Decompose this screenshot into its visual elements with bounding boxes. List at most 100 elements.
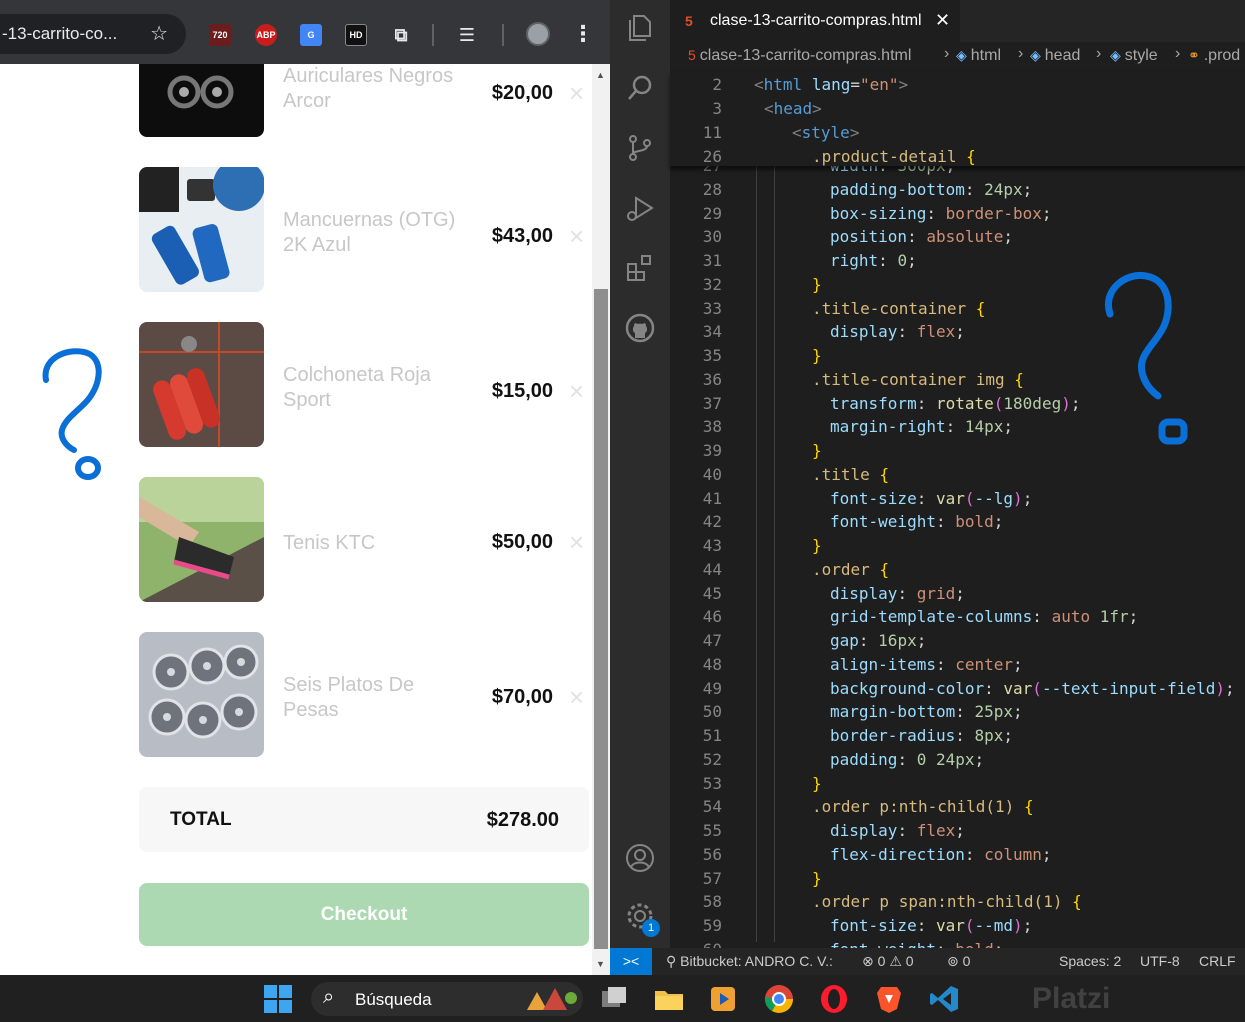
encoding-status[interactable]: UTF-8 (1140, 953, 1180, 969)
scroll-down-arrow-icon[interactable]: ▼ (596, 959, 605, 969)
code-line[interactable]: 50 margin-bottom: 25px; (670, 700, 1245, 724)
profile-avatar[interactable] (526, 22, 550, 46)
checkout-button[interactable]: Checkout (139, 883, 589, 946)
code-line[interactable]: 35} (670, 344, 1245, 368)
code-line[interactable]: 43} (670, 534, 1245, 558)
scroll-up-arrow-icon[interactable]: ▲ (596, 70, 605, 80)
code-line[interactable]: 56 flex-direction: column; (670, 843, 1245, 867)
line-number: 57 (702, 868, 722, 888)
remove-item-icon[interactable]: × (569, 80, 584, 106)
code-line[interactable]: 45 display: grid; (670, 582, 1245, 606)
line-number: 54 (702, 797, 722, 817)
remove-item-icon[interactable]: × (569, 684, 584, 710)
code-line[interactable]: 34 display: flex; (670, 320, 1245, 344)
search-icon[interactable] (624, 72, 656, 104)
page-scrollbar[interactable]: ▲ ▼ (592, 64, 610, 975)
code-line[interactable]: 58 .order p span:nth-child(1) { (670, 890, 1245, 914)
video-720-extension-icon[interactable]: 720 (209, 24, 231, 46)
code-line[interactable]: 41 font-size: var(--lg); (670, 487, 1245, 511)
indentation-status[interactable]: Spaces: 2 (1059, 953, 1121, 969)
code-line[interactable]: 31 right: 0; (670, 249, 1245, 273)
code-line[interactable]: 55 display: flex; (670, 819, 1245, 843)
close-tab-icon[interactable]: ✕ (935, 10, 950, 31)
line-number: 58 (702, 892, 722, 912)
error-count: 0 (877, 953, 886, 969)
file-explorer-icon[interactable] (653, 983, 685, 1015)
breadcrumb-head[interactable]: ◈ head (1030, 47, 1080, 65)
explorer-files-icon[interactable] (624, 12, 656, 44)
tab-clase-13[interactable]: 5 clase-13-carrito-compras.html ✕ (670, 0, 960, 42)
remove-item-icon[interactable]: × (569, 378, 584, 404)
line-number: 29 (702, 203, 722, 223)
code-line[interactable]: 53} (670, 772, 1245, 796)
remove-item-icon[interactable]: × (569, 223, 584, 249)
code-line[interactable]: 51 border-radius: 8px; (670, 724, 1245, 748)
code-line[interactable]: 44 .order { (670, 558, 1245, 582)
scroll-thumb[interactable] (594, 289, 608, 949)
media-player-icon[interactable] (707, 983, 739, 1015)
chevron-right-icon: › (944, 45, 950, 62)
eol-status[interactable]: CRLF (1199, 953, 1236, 969)
code-line[interactable]: 11 <style> (670, 121, 1245, 145)
code-line[interactable]: 39} (670, 439, 1245, 463)
extensions-icon[interactable] (624, 252, 656, 284)
code-line[interactable]: 29 box-sizing: border-box; (670, 202, 1245, 226)
breadcrumb-html-label: html (970, 47, 1002, 64)
browser-menu-icon[interactable]: ⋮ (572, 20, 594, 48)
code-line[interactable]: 47 gap: 16px; (670, 629, 1245, 653)
breadcrumb-selector[interactable]: ⚭ .prod (1188, 47, 1240, 65)
hd-extension-icon[interactable]: HD (345, 24, 367, 46)
task-view-icon[interactable] (598, 983, 630, 1015)
code-line[interactable]: 30 position: absolute; (670, 225, 1245, 249)
google-translate-icon[interactable]: G (300, 24, 322, 46)
adblock-plus-icon[interactable]: ABP (255, 24, 277, 46)
code-line[interactable]: 32} (670, 273, 1245, 297)
address-bar[interactable]: -13-carrito-co... ☆ (0, 14, 186, 54)
html5-file-icon: 5 (685, 13, 693, 29)
github-icon[interactable] (624, 312, 656, 344)
bookmark-star-icon[interactable]: ☆ (150, 14, 168, 54)
code-line[interactable]: 42 font-weight: bold; (670, 510, 1245, 534)
opera-icon[interactable] (818, 983, 850, 1015)
code-line[interactable]: 46 grid-template-columns: auto 1fr; (670, 605, 1245, 629)
sticky-scroll-header[interactable]: 2 <html lang="en"> 3 <head> 11 <style> 26 .prod… (670, 72, 1245, 166)
code-line[interactable]: 54 .order p:nth-child(1) { (670, 795, 1245, 819)
code-line[interactable]: 33 .title-container { (670, 297, 1245, 321)
ports-status[interactable]: ⊚ 0 (947, 953, 970, 970)
code-line[interactable]: 2 <html lang="en"> (670, 73, 1245, 97)
code-line[interactable]: 3 <head> (670, 97, 1245, 121)
remote-indicator-icon[interactable]: >< (610, 948, 652, 975)
bitbucket-status[interactable]: ⚲ Bitbucket: ANDRO C. V.: (666, 953, 833, 970)
vscode-taskbar-icon[interactable] (928, 983, 960, 1015)
extensions-puzzle-icon[interactable]: ⧉ (390, 24, 412, 46)
code-line[interactable]: 59 font-size: var(--md); (670, 914, 1245, 938)
product-name: Mancuernas (OTG) 2K Azul (283, 209, 456, 256)
code-line[interactable]: 57} (670, 867, 1245, 891)
code-line[interactable]: 48 align-items: center; (670, 653, 1245, 677)
code-line[interactable]: 36 .title-container img { (670, 368, 1245, 392)
code-line[interactable]: 38 margin-right: 14px; (670, 415, 1245, 439)
breadcrumb-file[interactable]: 5 clase-13-carrito-compras.html (688, 47, 911, 65)
reading-list-icon[interactable]: ☰ (456, 24, 478, 46)
breadcrumb-html[interactable]: ◈ html (956, 47, 1001, 65)
brave-icon[interactable] (873, 983, 905, 1015)
line-number: 40 (702, 464, 722, 484)
code-line[interactable]: 26 .product-detail { (670, 145, 1245, 169)
problems-status[interactable]: ⊗ 0 ⚠ 0 (862, 953, 914, 970)
code-line[interactable]: 40 .title { (670, 463, 1245, 487)
taskbar-search[interactable]: ⌕ Búsqueda (311, 982, 583, 1016)
source-control-icon[interactable] (624, 132, 656, 164)
code-line[interactable]: 52 padding: 0 24px; (670, 748, 1245, 772)
product-price: $20,00 (491, 82, 553, 104)
remove-item-icon[interactable]: × (569, 529, 584, 555)
code-editor[interactable]: 27width: 360px;28padding-bottom: 24px;29… (670, 72, 1245, 959)
code-line[interactable]: 49 background-color: var(--text-input-fie… (670, 677, 1245, 701)
accounts-icon[interactable] (624, 842, 656, 874)
code-line[interactable]: 37 transform: rotate(180deg); (670, 392, 1245, 416)
code-text: } (812, 274, 822, 294)
windows-start-icon[interactable] (262, 983, 294, 1015)
breadcrumb-style[interactable]: ◈ style (1110, 47, 1158, 65)
chrome-icon[interactable] (763, 983, 795, 1015)
run-debug-icon[interactable] (624, 192, 656, 224)
code-line[interactable]: 28 padding-bottom: 24px; (670, 178, 1245, 202)
